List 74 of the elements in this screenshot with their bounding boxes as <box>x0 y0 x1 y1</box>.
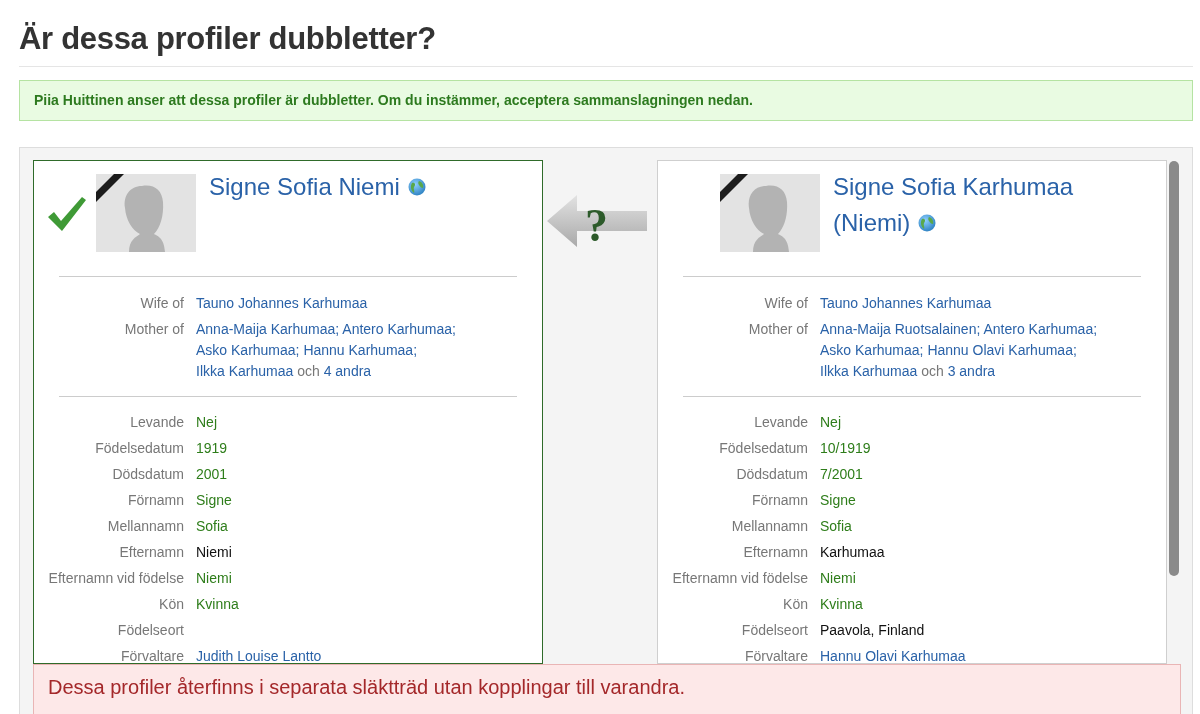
field-value: Kvinna <box>196 595 239 614</box>
globe-icon <box>918 214 937 232</box>
more-relatives-link[interactable]: 4 andra <box>323 363 372 379</box>
scrollbar-thumb[interactable] <box>1169 161 1179 576</box>
relative-link[interactable]: Tauno Johannes Karhumaa <box>820 295 992 311</box>
field-value: Nej <box>196 413 217 432</box>
relative-link[interactable]: Asko Karhumaa <box>820 342 920 358</box>
field-value[interactable]: Hannu Olavi Karhumaa <box>820 646 966 663</box>
separator: ; <box>452 321 456 337</box>
relation-label: Wife of <box>139 294 184 313</box>
field-label: Förnamn <box>126 491 184 510</box>
field-label: Födelseort <box>116 621 184 640</box>
separator: ; <box>295 342 300 358</box>
separator: ; <box>1072 342 1077 358</box>
field-label: Mellannamn <box>730 517 808 536</box>
separator: ; <box>335 321 340 337</box>
field-value: Niemi <box>820 569 856 588</box>
field-value: 7/2001 <box>820 465 863 484</box>
field-label: Födelseort <box>740 621 808 640</box>
field-value: Nej <box>820 413 841 432</box>
field-label: Efternamn <box>118 543 184 562</box>
warning-text: Dessa profiler återfinns i separata släktträd utan kopplingar till varandra. <box>48 676 685 698</box>
separator: ; <box>413 342 418 358</box>
field-value: Niemi <box>196 543 232 562</box>
field-label: Kön <box>782 595 808 614</box>
relative-link[interactable]: Ilkka Karhumaa <box>196 363 294 379</box>
field-label: Födelsedatum <box>94 439 184 458</box>
field-value: Signe <box>196 491 232 510</box>
field-value: Sofia <box>820 517 852 536</box>
field-label: Förvaltare <box>119 647 184 663</box>
relative-link[interactable]: Ilkka Karhumaa <box>820 363 918 379</box>
relation-label: Mother of <box>123 320 184 339</box>
field-label: Levande <box>753 413 808 432</box>
field-label: Förvaltare <box>743 647 808 663</box>
conjunction-text: och <box>920 363 945 379</box>
field-value: Sofia <box>196 517 228 536</box>
field-value: 10/1919 <box>820 439 871 458</box>
field-value: Niemi <box>196 569 232 588</box>
field-value: 2001 <box>196 465 228 484</box>
field-label: Kön <box>158 595 184 614</box>
field-label: Efternamn vid födelse <box>671 569 808 588</box>
profile-name[interactable]: Signe Sofia Niemi <box>209 169 479 205</box>
field-value: 1919 <box>196 439 228 458</box>
profile-card[interactable] <box>33 160 543 664</box>
globe-icon <box>407 178 426 196</box>
field-label: Dödsdatum <box>111 465 184 484</box>
conjunction-text: och <box>296 363 321 379</box>
field-label: Efternamn vid födelse <box>47 569 184 588</box>
checkmark-icon <box>48 197 86 231</box>
info-banner: Piia Huittinen anser att dessa profiler är dubbletter. Om du instämmer, acceptera sammanslagningen nedan. <box>19 80 1193 121</box>
separator: ; <box>976 321 981 337</box>
separator: ; <box>1093 321 1098 337</box>
field-label: Födelsedatum <box>718 439 808 458</box>
relative-link[interactable]: Hannu Olavi Karhumaa <box>927 342 1073 358</box>
separator: ; <box>919 342 924 358</box>
field-label: Dödsdatum <box>735 465 808 484</box>
field-label: Levande <box>129 413 184 432</box>
field-value: Karhumaa <box>820 543 885 562</box>
field-label: Förnamn <box>750 491 808 510</box>
question-mark: ? <box>585 199 608 253</box>
profile-name[interactable]: Signe Sofia Karhumaa (Niemi) <box>833 169 1103 241</box>
field-value: Kvinna <box>820 595 863 614</box>
field-label: Efternamn <box>742 543 808 562</box>
more-relatives-link[interactable]: 3 andra <box>947 363 996 379</box>
field-value[interactable]: Judith Louise Lantto <box>196 646 322 663</box>
relation-label: Mother of <box>747 320 808 339</box>
relative-link[interactable]: Tauno Johannes Karhumaa <box>196 295 368 311</box>
page-title: Är dessa profiler dubbletter? <box>19 20 437 58</box>
relative-link[interactable]: Asko Karhumaa <box>196 342 296 358</box>
left-arrow-icon <box>547 195 647 247</box>
field-value: Signe <box>820 491 856 510</box>
relation-label: Wife of <box>763 294 808 313</box>
field-label: Mellannamn <box>106 517 184 536</box>
field-value: Paavola, Finland <box>820 621 925 640</box>
